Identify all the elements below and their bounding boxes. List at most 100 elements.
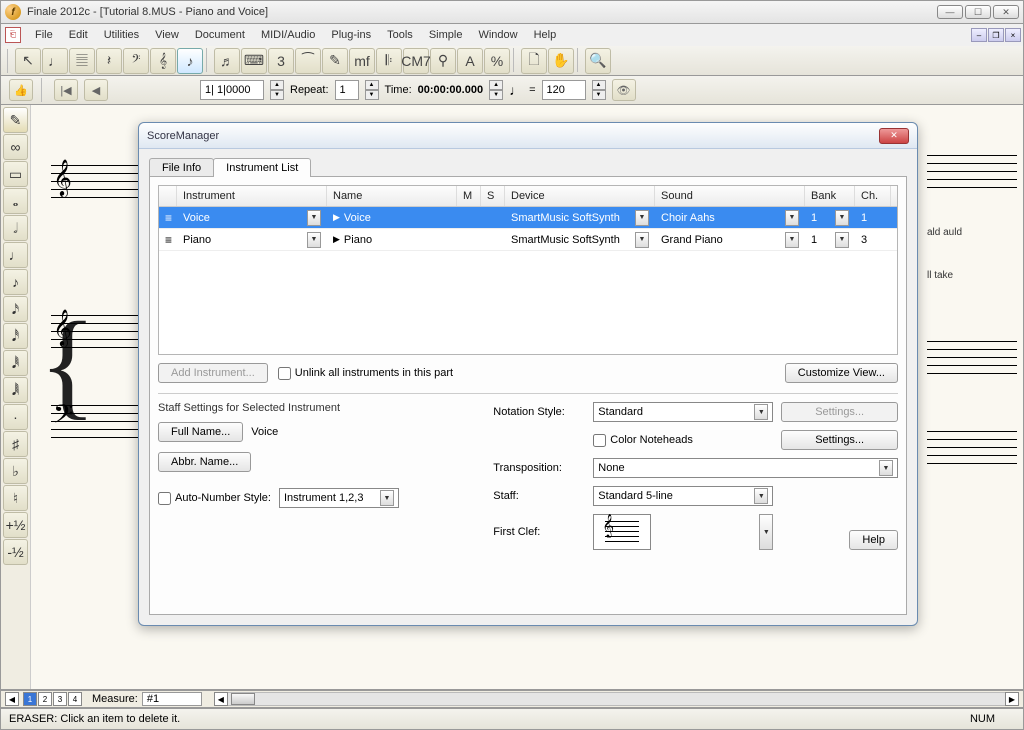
- toolbar-button-1[interactable]: ♩: [42, 48, 68, 74]
- toolbar-button-7[interactable]: ♬: [214, 48, 240, 74]
- toolbar-button-5[interactable]: 𝄞: [150, 48, 176, 74]
- toolbar-button-15[interactable]: ⚲: [430, 48, 456, 74]
- chevron-down-icon[interactable]: ▼: [785, 210, 799, 226]
- palette-button-7[interactable]: 𝅘𝅥𝅯: [3, 296, 28, 322]
- palette-button-15[interactable]: +½: [3, 512, 28, 538]
- menu-window[interactable]: Window: [470, 27, 525, 43]
- play-icon[interactable]: ▶: [333, 234, 340, 245]
- prev-button[interactable]: ◀: [5, 692, 19, 706]
- palette-button-0[interactable]: ✎: [3, 107, 28, 133]
- measure-field[interactable]: #1: [142, 692, 202, 706]
- chevron-down-icon[interactable]: ▼: [754, 404, 768, 420]
- toolbar-button-12[interactable]: mf: [349, 48, 375, 74]
- chevron-down-icon[interactable]: ▼: [635, 210, 649, 226]
- scroll-thumb[interactable]: [231, 693, 255, 705]
- add-instrument-button[interactable]: Add Instrument...: [158, 363, 268, 383]
- menu-utilities[interactable]: Utilities: [96, 27, 147, 43]
- play-icon[interactable]: ▶: [333, 212, 340, 223]
- menu-help[interactable]: Help: [526, 27, 565, 43]
- layer-button-1[interactable]: 1: [23, 692, 37, 706]
- staff-select[interactable]: Standard 5-line ▼: [593, 486, 773, 506]
- close-icon[interactable]: ✕: [993, 5, 1019, 19]
- tab-file-info[interactable]: File Info: [149, 158, 214, 177]
- menu-plugins[interactable]: Plug-ins: [323, 27, 379, 43]
- color-settings-button[interactable]: Settings...: [781, 430, 898, 450]
- layer-button-3[interactable]: 3: [53, 692, 67, 706]
- palette-button-13[interactable]: ♭: [3, 458, 28, 484]
- toolbar-button-14[interactable]: CM7: [403, 48, 429, 74]
- minimize-icon[interactable]: —: [937, 5, 963, 19]
- abbr-name-button[interactable]: Abbr. Name...: [158, 452, 251, 472]
- scroll-left-icon[interactable]: ◀: [214, 692, 228, 706]
- menu-midiaudio[interactable]: MIDI/Audio: [253, 27, 323, 43]
- repeat-field[interactable]: 1: [335, 80, 359, 100]
- mdi-minimize-icon[interactable]: –: [971, 28, 987, 42]
- toolbar-button-20[interactable]: 🔍: [585, 48, 611, 74]
- col-ch[interactable]: Ch.: [855, 186, 891, 206]
- toolbar-button-4[interactable]: 𝄢: [123, 48, 149, 74]
- toolbar-button-3[interactable]: 𝄽: [96, 48, 122, 74]
- palette-button-5[interactable]: ♩: [3, 242, 28, 268]
- palette-button-6[interactable]: ♪: [3, 269, 28, 295]
- toolbar-button-13[interactable]: 𝄆: [376, 48, 402, 74]
- palette-button-9[interactable]: 𝅘𝅥𝅱: [3, 350, 28, 376]
- customize-view-button[interactable]: Customize View...: [785, 363, 898, 383]
- menu-tools[interactable]: Tools: [379, 27, 421, 43]
- palette-button-4[interactable]: 𝅗𝅥: [3, 215, 28, 241]
- unlink-checkbox[interactable]: Unlink all instruments in this part: [278, 367, 453, 380]
- position-spinner[interactable]: ▲▼: [270, 80, 284, 100]
- toolbar-button-11[interactable]: ✎: [322, 48, 348, 74]
- palette-button-8[interactable]: 𝅘𝅥𝅰: [3, 323, 28, 349]
- position-field[interactable]: 1| 1|0000: [200, 80, 264, 100]
- toolbar-button-10[interactable]: ⁀: [295, 48, 321, 74]
- toolbar-button-19[interactable]: ✋: [548, 48, 574, 74]
- palette-button-3[interactable]: 𝅝: [3, 188, 28, 214]
- chevron-down-icon[interactable]: ▼: [307, 232, 321, 248]
- menu-file[interactable]: File: [27, 27, 61, 43]
- repeat-spinner[interactable]: ▲▼: [365, 80, 379, 100]
- help-button[interactable]: Help: [849, 530, 898, 550]
- toolbar-button-0[interactable]: ↖: [15, 48, 41, 74]
- toolbar-button-6[interactable]: ♪: [177, 48, 203, 74]
- palette-button-11[interactable]: ·: [3, 404, 28, 430]
- menu-simple[interactable]: Simple: [421, 27, 471, 43]
- palette-button-14[interactable]: ♮: [3, 485, 28, 511]
- mdi-close-icon[interactable]: ×: [1005, 28, 1021, 42]
- instrument-row[interactable]: ≡Piano▼▶PianoSmartMusic SoftSynth▼Grand …: [159, 229, 897, 251]
- color-noteheads-checkbox[interactable]: Color Noteheads: [593, 434, 773, 447]
- chevron-down-icon[interactable]: ▼: [835, 210, 849, 226]
- mdi-restore-icon[interactable]: ❐: [988, 28, 1004, 42]
- full-name-button[interactable]: Full Name...: [158, 422, 243, 442]
- palette-button-16[interactable]: -½: [3, 539, 28, 565]
- auto-number-checkbox[interactable]: Auto-Number Style:: [158, 492, 271, 505]
- chevron-down-icon[interactable]: ▼: [759, 514, 773, 550]
- notation-settings-button[interactable]: Settings...: [781, 402, 898, 422]
- col-name[interactable]: Name: [327, 186, 457, 206]
- eye-icon[interactable]: 👁: [612, 79, 636, 101]
- dialog-close-icon[interactable]: ✕: [879, 128, 909, 144]
- thumbs-up-icon[interactable]: 👍: [9, 79, 33, 101]
- menu-document[interactable]: Document: [187, 27, 253, 43]
- col-m[interactable]: M: [457, 186, 481, 206]
- toolbar-button-17[interactable]: %: [484, 48, 510, 74]
- col-device[interactable]: Device: [505, 186, 655, 206]
- chevron-down-icon[interactable]: ▼: [307, 210, 321, 226]
- chevron-down-icon[interactable]: ▼: [835, 232, 849, 248]
- layer-button-4[interactable]: 4: [68, 692, 82, 706]
- chevron-down-icon[interactable]: ▼: [380, 490, 394, 506]
- layer-button-2[interactable]: 2: [38, 692, 52, 706]
- chevron-down-icon[interactable]: ▼: [635, 232, 649, 248]
- palette-button-1[interactable]: ∞: [3, 134, 28, 160]
- menu-view[interactable]: View: [147, 27, 187, 43]
- transposition-select[interactable]: None ▼: [593, 458, 898, 478]
- chevron-down-icon[interactable]: ▼: [754, 488, 768, 504]
- auto-number-select[interactable]: Instrument 1,2,3 ▼: [279, 488, 399, 508]
- h-scrollbar[interactable]: ◀ ▶: [214, 692, 1019, 706]
- scroll-right-icon[interactable]: ▶: [1005, 692, 1019, 706]
- toolbar-button-18[interactable]: 🗋: [521, 48, 547, 74]
- drag-handle-icon[interactable]: ≡: [165, 211, 172, 225]
- col-instrument[interactable]: Instrument: [177, 186, 327, 206]
- toolbar-button-8[interactable]: ⌨: [241, 48, 267, 74]
- chevron-down-icon[interactable]: ▼: [785, 232, 799, 248]
- col-sound[interactable]: Sound: [655, 186, 805, 206]
